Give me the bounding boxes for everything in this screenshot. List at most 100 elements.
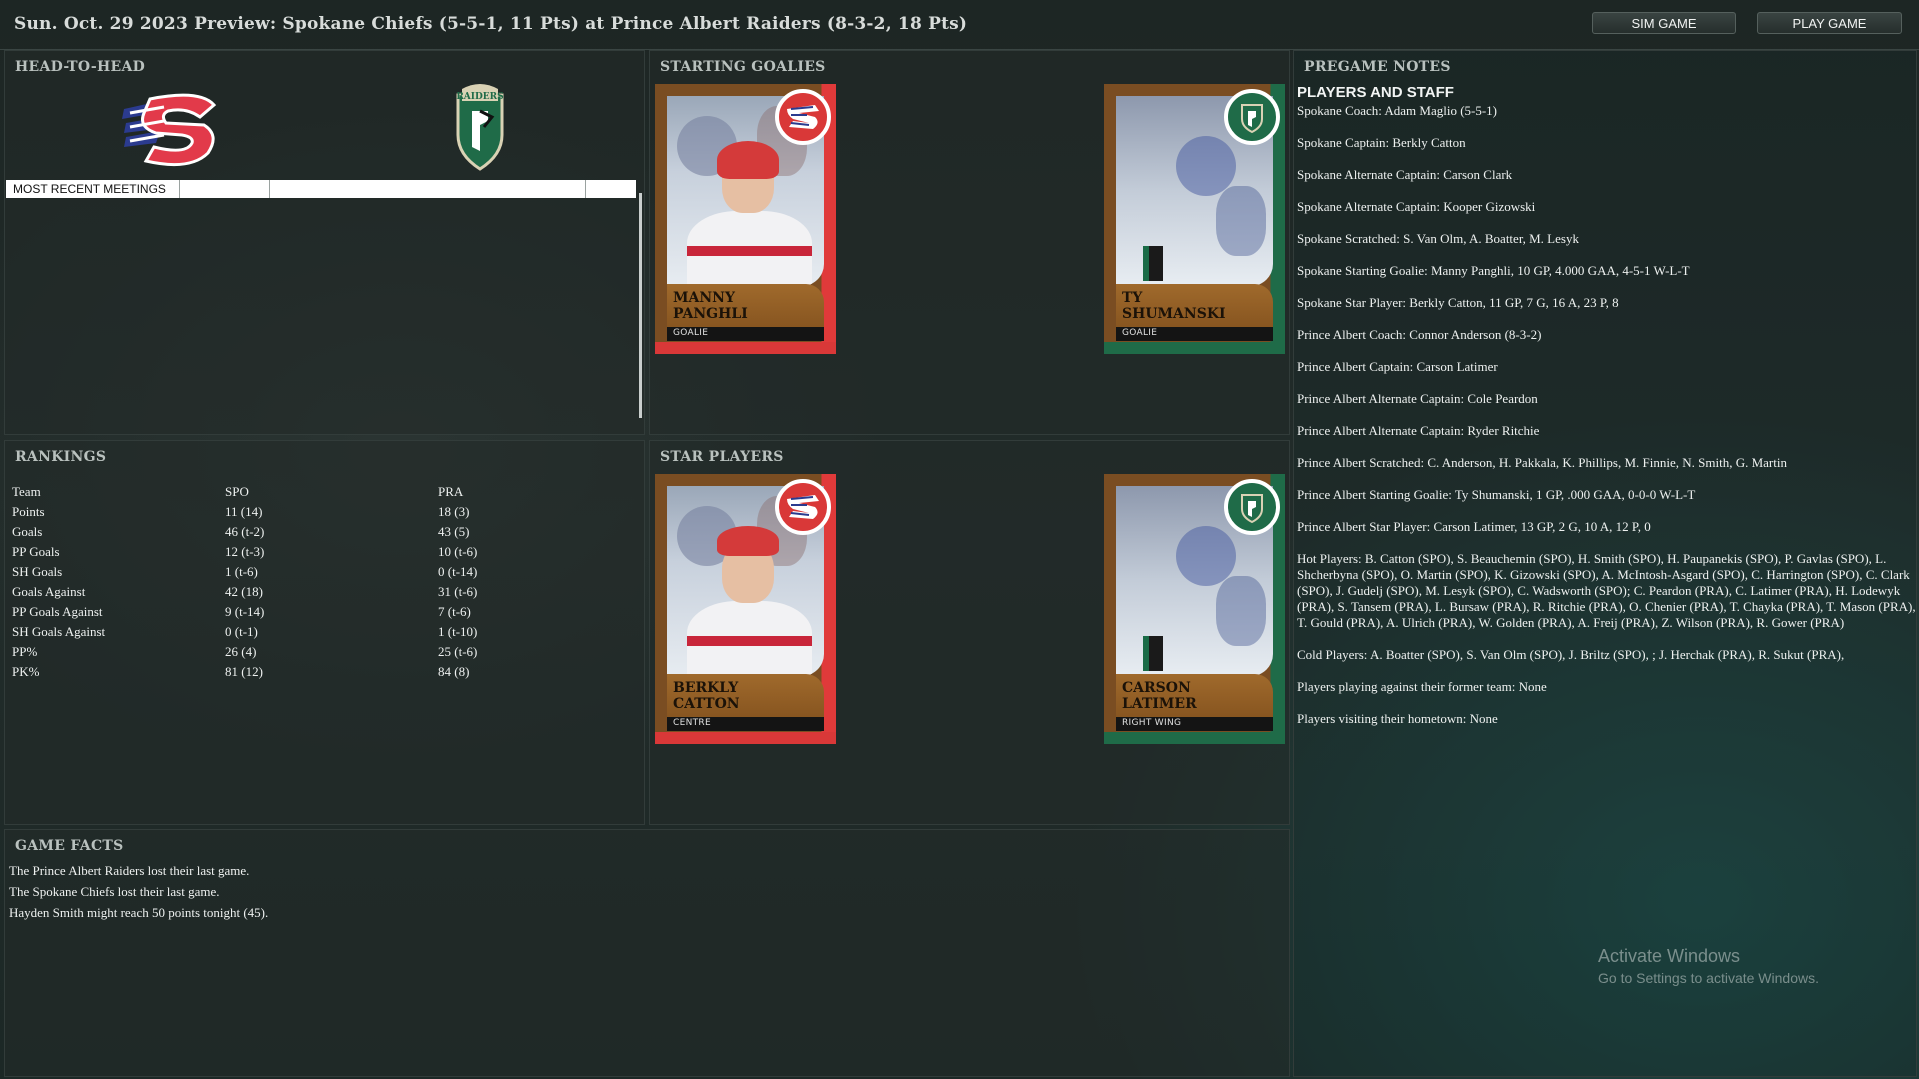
pra-value: 25 (t-6) (438, 644, 478, 659)
player-position: CENTRE (673, 718, 711, 728)
star-card-prince-albert[interactable]: CARSON LATIMER RIGHT WING (1104, 474, 1285, 744)
rankings-header-spo: SPO (225, 484, 249, 499)
table-row: Goals Against 42 (18) 31 (t-6) (12, 582, 588, 602)
goalie-card-prince-albert[interactable]: TY SHUMANSKI GOALIE (1104, 84, 1285, 354)
stat-label: PP% (12, 644, 38, 659)
pregame-notes-title: PREGAME NOTES (1304, 59, 1451, 75)
table-row: SH Goals Against 0 (t-1) 1 (t-10) (12, 622, 588, 642)
note-line: Prince Albert Alternate Captain: Cole Pe… (1297, 391, 1538, 406)
stat-label: Goals (12, 524, 43, 539)
star-card-spokane[interactable]: BERKLY CATTON CENTRE (655, 474, 836, 744)
player-name: MANNY PANGHLI (673, 290, 748, 322)
note-line: Spokane Alternate Captain: Kooper Gizows… (1297, 199, 1536, 214)
most-recent-meetings-label: MOST RECENT MEETINGS (6, 180, 180, 198)
table-row: PP% 26 (4) 25 (t-6) (12, 642, 588, 662)
head-to-head-title: HEAD-TO-HEAD (15, 59, 146, 75)
watermark-title: Activate Windows (1598, 946, 1741, 966)
rankings-header-pra: PRA (438, 484, 464, 499)
stat-label: PK% (12, 664, 40, 679)
spo-value: 42 (18) (225, 584, 263, 599)
star-players-title: STAR PLAYERS (660, 449, 784, 465)
stat-label: PP Goals (12, 544, 60, 559)
card-bottom-stripe (655, 342, 836, 354)
spo-value: 81 (12) (225, 664, 263, 679)
sim-game-button[interactable]: SIM GAME (1592, 12, 1736, 34)
player-position: GOALIE (1122, 328, 1158, 338)
card-bottom-stripe (655, 732, 836, 744)
stat-label: Points (12, 504, 45, 519)
note-line: Players playing against their former tea… (1297, 679, 1547, 694)
meetings-column-header[interactable] (586, 180, 636, 198)
player-name: CARSON LATIMER (1122, 680, 1197, 712)
pra-value: 31 (t-6) (438, 584, 478, 599)
table-row: PP Goals Against 9 (t-14) 7 (t-6) (12, 602, 588, 622)
recent-meetings-header: MOST RECENT MEETINGS (6, 180, 636, 198)
pra-value: 18 (3) (438, 504, 470, 519)
spokane-badge-icon (775, 89, 831, 145)
svg-text:RAIDERS: RAIDERS (456, 92, 503, 102)
note-line: Spokane Alternate Captain: Carson Clark (1297, 167, 1513, 182)
rankings-header-row: Team SPO PRA (12, 482, 588, 502)
table-row: PP Goals 12 (t-3) 10 (t-6) (12, 542, 588, 562)
stat-label: PP Goals Against (12, 604, 103, 619)
note-line: Prince Albert Alternate Captain: Ryder R… (1297, 423, 1540, 438)
note-line: Spokane Captain: Berkly Catton (1297, 135, 1466, 150)
pra-value: 0 (t-14) (438, 564, 478, 579)
pra-value: 10 (t-6) (438, 544, 478, 559)
table-row: PK% 81 (12) 84 (8) (12, 662, 588, 682)
game-facts-title: GAME FACTS (15, 838, 124, 854)
starting-goalies-title: STARTING GOALIES (660, 59, 826, 75)
card-bottom-stripe (1104, 732, 1285, 744)
players-and-staff-heading: PLAYERS AND STAFF (1297, 84, 1454, 101)
raiders-badge-icon (1224, 89, 1280, 145)
pregame-notes-list: PLAYERS AND STAFF Spokane Coach: Adam Ma… (1297, 84, 1917, 743)
goalie-card-spokane[interactable]: MANNY PANGHLI GOALIE (655, 84, 836, 354)
note-line: Players visiting their hometown: None (1297, 711, 1498, 726)
stat-label: SH Goals Against (12, 624, 106, 639)
spokane-chiefs-logo-icon (120, 91, 220, 169)
spo-value: 0 (t-1) (225, 624, 258, 639)
meetings-column-header[interactable] (270, 180, 586, 198)
player-position: RIGHT WING (1122, 718, 1182, 728)
fact-line: The Prince Albert Raiders lost their las… (9, 863, 250, 878)
cold-players-note: Cold Players: A. Boatter (SPO), S. Van O… (1297, 647, 1845, 662)
card-bottom-stripe (1104, 342, 1285, 354)
table-row: Points 11 (14) 18 (3) (12, 502, 588, 522)
note-line: Spokane Scratched: S. Van Olm, A. Boatte… (1297, 231, 1579, 246)
title-bar: Sun. Oct. 29 2023 Preview: Spokane Chief… (0, 0, 1919, 50)
spo-value: 1 (t-6) (225, 564, 258, 579)
meetings-column-header[interactable] (180, 180, 270, 198)
watermark-subtitle: Go to Settings to activate Windows. (1598, 970, 1819, 986)
note-line: Spokane Coach: Adam Maglio (5-5-1) (1297, 103, 1498, 118)
spokane-badge-icon (775, 479, 831, 535)
pra-value: 7 (t-6) (438, 604, 471, 619)
pra-value: 84 (8) (438, 664, 470, 679)
note-line: Prince Albert Scratched: C. Anderson, H.… (1297, 455, 1787, 470)
game-facts-list: The Prince Albert Raiders lost their las… (9, 860, 268, 923)
fact-line: The Spokane Chiefs lost their last game. (9, 884, 220, 899)
rankings-title: RANKINGS (15, 449, 107, 465)
player-name: BERKLY CATTON (673, 680, 740, 712)
note-line: Prince Albert Star Player: Carson Latime… (1297, 519, 1651, 534)
pra-value: 43 (5) (438, 524, 470, 539)
table-row: Goals 46 (t-2) 43 (5) (12, 522, 588, 542)
table-row: SH Goals 1 (t-6) 0 (t-14) (12, 562, 588, 582)
stat-label: Goals Against (12, 584, 86, 599)
spo-value: 12 (t-3) (225, 544, 265, 559)
head-to-head-panel: HEAD-TO-HEAD RAIDERS MOST RECENT MEETING… (4, 50, 645, 435)
note-line: Prince Albert Coach: Connor Anderson (8-… (1297, 327, 1542, 342)
rankings-table: Team SPO PRA Points 11 (14) 18 (3) Goals 46… (12, 482, 588, 682)
hot-players-note: Hot Players: B. Catton (SPO), S. Beauche… (1297, 551, 1916, 630)
stat-label: SH Goals (12, 564, 63, 579)
note-line: Prince Albert Starting Goalie: Ty Shuman… (1297, 487, 1696, 502)
note-line: Prince Albert Captain: Carson Latimer (1297, 359, 1498, 374)
fact-line: Hayden Smith might reach 50 points tonig… (9, 905, 269, 920)
note-line: Spokane Starting Goalie: Manny Panghli, … (1297, 263, 1690, 278)
spo-value: 26 (4) (225, 644, 257, 659)
prince-albert-raiders-logo-icon: RAIDERS (450, 81, 510, 171)
spo-value: 46 (t-2) (225, 524, 265, 539)
play-game-button[interactable]: PLAY GAME (1757, 12, 1902, 34)
rankings-header-team: Team (12, 484, 41, 499)
player-position: GOALIE (673, 328, 709, 338)
meetings-scrollbar[interactable] (639, 193, 642, 418)
